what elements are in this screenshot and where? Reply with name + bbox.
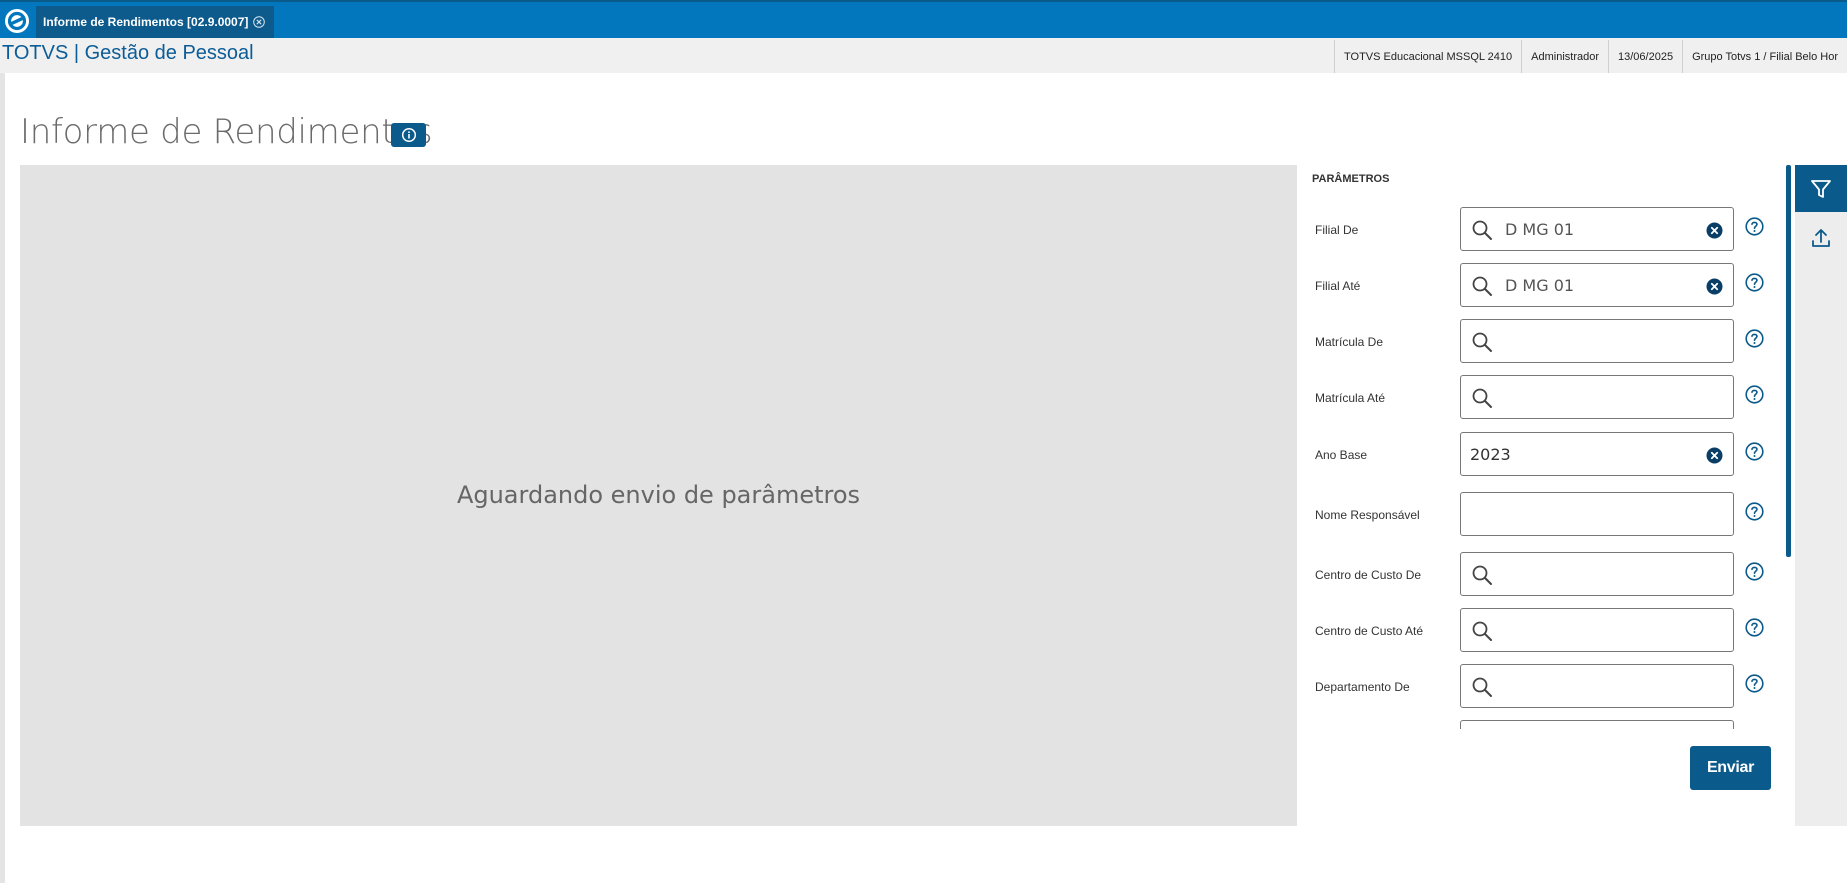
param-field-filial-de[interactable]: D MG 01 <box>1460 207 1734 251</box>
status-date: 13/06/2025 <box>1608 40 1682 73</box>
send-button[interactable]: Enviar <box>1690 746 1771 790</box>
param-field-matricula-de[interactable] <box>1460 319 1734 363</box>
page-title: Informe de Rendimentos <box>20 112 433 152</box>
filter-icon <box>1811 179 1831 198</box>
info-button[interactable] <box>391 123 426 147</box>
help-icon[interactable] <box>1745 385 1764 404</box>
help-icon[interactable] <box>1745 217 1764 236</box>
param-label-filial-ate: Filial Até <box>1315 279 1361 293</box>
param-field-centro-de-custo-ate[interactable] <box>1460 608 1734 652</box>
parameters-panel: PARÂMETROS Filial De D MG 01 Filial Até D M… <box>1297 165 1794 826</box>
filter-button[interactable] <box>1795 165 1847 212</box>
totvs-logo-icon[interactable] <box>4 8 30 34</box>
help-icon[interactable] <box>1745 618 1764 637</box>
report-preview: Aguardando envio de parâmetros <box>20 165 1297 826</box>
param-field-filial-ate[interactable]: D MG 01 <box>1460 263 1734 307</box>
help-icon[interactable] <box>1745 562 1764 581</box>
help-icon[interactable] <box>1745 273 1764 292</box>
help-icon[interactable] <box>1745 674 1764 693</box>
tab-informe-rendimentos[interactable]: Informe de Rendimentos [02.9.0007] <box>36 6 274 38</box>
param-label-centro-de-custo-de: Centro de Custo De <box>1315 568 1422 582</box>
search-icon[interactable] <box>1470 274 1494 298</box>
search-icon[interactable] <box>1470 386 1494 410</box>
param-label-nome-responsavel: Nome Responsável <box>1315 508 1420 522</box>
param-label-centro-de-custo-ate: Centro de Custo Até <box>1315 624 1424 638</box>
left-edge-divider <box>0 73 5 883</box>
status-branch: Grupo Totvs 1 / Filial Belo Hor <box>1682 40 1847 73</box>
app-header: TOTVS | Gestão de Pessoal TOTVS Educacio… <box>0 38 1847 73</box>
app-title: TOTVS | Gestão de Pessoal <box>2 42 254 64</box>
export-button[interactable] <box>1795 221 1847 255</box>
preview-message: Aguardando envio de parâmetros <box>456 481 861 509</box>
clear-icon[interactable] <box>1706 222 1723 239</box>
tab-title: Informe de Rendimentos [02.9.0007] <box>43 15 249 29</box>
status-environment: TOTVS Educacional MSSQL 2410 <box>1334 40 1521 73</box>
parameters-title: PARÂMETROS <box>1312 173 1390 185</box>
right-toolbar <box>1795 165 1847 826</box>
param-field-next[interactable] <box>1460 720 1734 729</box>
param-field-nome-responsavel[interactable] <box>1460 492 1734 536</box>
param-label-matricula-ate: Matrícula Até <box>1315 391 1386 405</box>
param-value: D MG 01 <box>1505 220 1575 239</box>
param-field-matricula-ate[interactable] <box>1460 375 1734 419</box>
clear-icon[interactable] <box>1706 278 1723 295</box>
search-icon[interactable] <box>1470 218 1494 242</box>
param-label-ano-base: Ano Base <box>1315 448 1368 462</box>
clear-icon[interactable] <box>1706 447 1723 464</box>
param-field-departamento-de[interactable] <box>1460 664 1734 708</box>
close-icon[interactable] <box>253 16 266 28</box>
param-field-ano-base[interactable]: 2023 <box>1460 432 1734 476</box>
param-value: 2023 <box>1470 445 1511 464</box>
search-icon[interactable] <box>1470 330 1494 354</box>
status-user: Administrador <box>1521 40 1608 73</box>
search-icon[interactable] <box>1470 619 1494 643</box>
param-field-centro-de-custo-de[interactable] <box>1460 552 1734 596</box>
param-label-filial-de: Filial De <box>1315 223 1359 237</box>
param-label-departamento-de: Departamento De <box>1315 680 1410 694</box>
parameters-scrollbar[interactable] <box>1786 165 1791 557</box>
param-label-matricula-de: Matrícula De <box>1315 335 1384 349</box>
param-value: D MG 01 <box>1505 276 1575 295</box>
upload-icon <box>1812 229 1830 247</box>
search-icon[interactable] <box>1470 563 1494 587</box>
info-icon <box>401 127 416 143</box>
help-icon[interactable] <box>1745 442 1764 461</box>
window-tab-bar: Informe de Rendimentos [02.9.0007] <box>0 0 1847 38</box>
status-strip: TOTVS Educacional MSSQL 2410 Administrad… <box>1334 40 1847 73</box>
help-icon[interactable] <box>1745 329 1764 348</box>
help-icon[interactable] <box>1745 502 1764 521</box>
search-icon[interactable] <box>1470 675 1494 699</box>
